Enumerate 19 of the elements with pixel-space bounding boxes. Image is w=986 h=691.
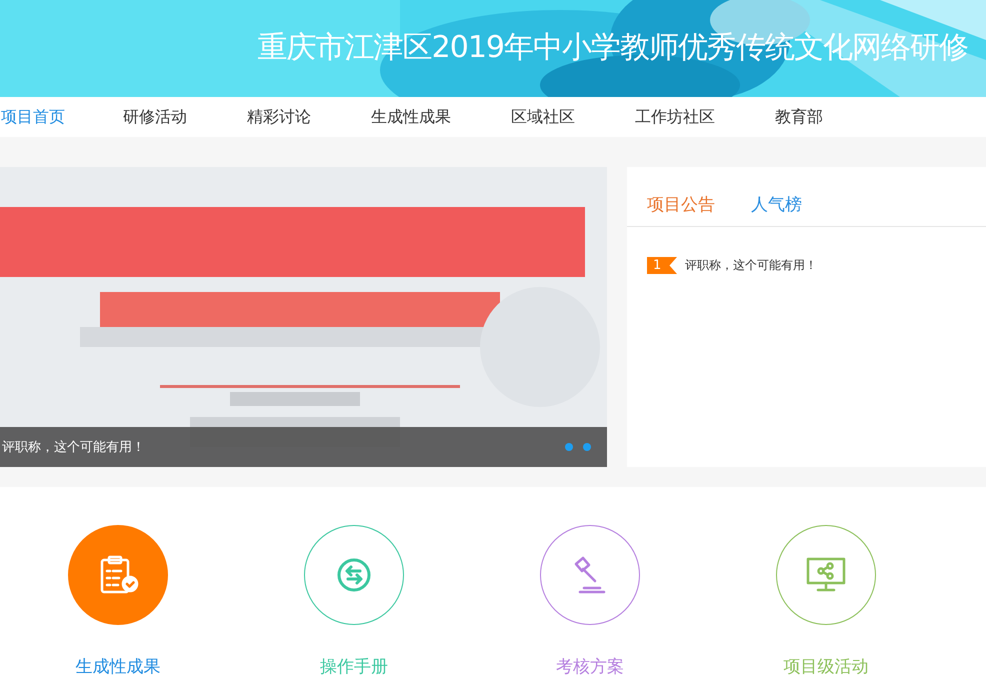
quick-link-label: 操作手册 [320,656,388,678]
monitor-share-icon [805,556,847,594]
rank-badge: 1 [647,257,677,274]
notice-link[interactable]: 评职称，这个可能有用！ [685,257,817,274]
nav-link[interactable]: 教育部 [775,106,823,128]
nav-link[interactable]: 精彩讨论 [247,106,311,128]
quick-link-label: 生成性成果 [76,656,160,678]
nav-link[interactable]: 研修活动 [123,106,187,128]
quick-link-label: 考核方案 [556,656,624,678]
nav-link[interactable]: 项目首页 [1,106,65,128]
quick-link-label: 项目级活动 [784,656,868,678]
carousel-dots-icon[interactable] [565,443,593,451]
site-title: 重庆市江津区2019年中小学教师优秀传统文化网络研修 [258,29,968,67]
carousel-caption: 评职称，这个可能有用！ [2,439,145,456]
quick-link[interactable]: 生成性成果 [0,525,236,678]
exchange-arrows-icon [336,557,372,593]
nav-link[interactable]: 区域社区 [511,106,575,128]
nav-link[interactable]: 生成性成果 [371,106,451,128]
nav-link[interactable]: 工作坊社区 [635,106,715,128]
